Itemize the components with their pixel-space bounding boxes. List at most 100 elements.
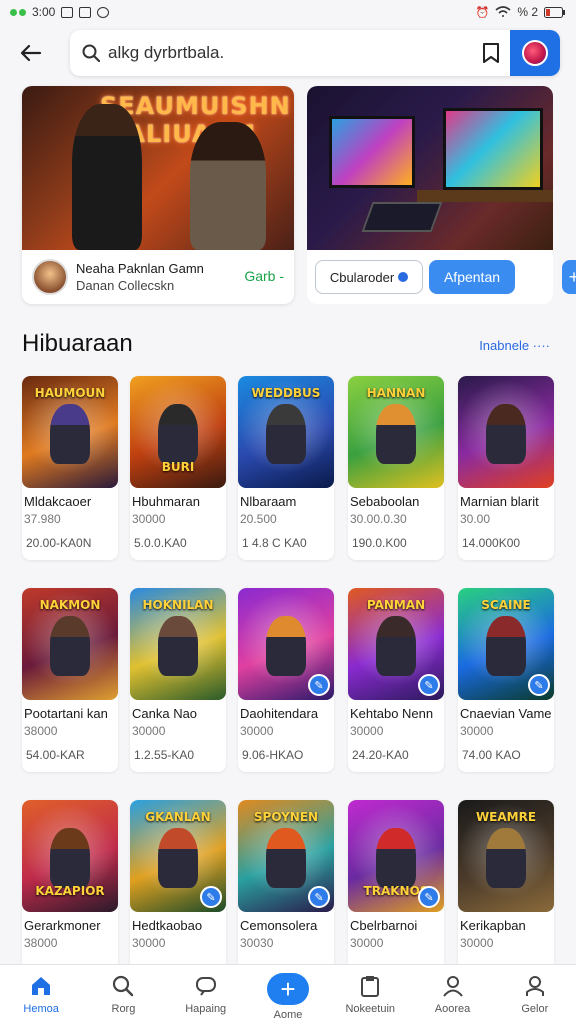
game-subtitle: 30000 [240,724,274,738]
game-title: Nlbaraam [240,494,297,509]
game-card[interactable]: TRAKNOS ✎ Cbelrbarnoi 30000 [348,800,444,970]
character-figure [50,616,90,676]
edit-badge-icon[interactable]: ✎ [418,674,440,696]
character-figure [486,828,526,888]
game-card[interactable]: SCAINE ✎ Cnaevian Vame 30000 74.00 KAO [458,588,554,772]
game-thumbnail: HANNAN [348,376,444,488]
character-figure [266,828,306,888]
add-button[interactable]: + [562,260,576,294]
game-thumbnail: GKANLAN ✎ [130,800,226,912]
banner-footer: Neaha Paknlan Gamn Danan Collecskn Garb … [22,250,294,304]
banner-image: SEAUMUISHN WALIUAAM [22,86,294,250]
notification-dot-icon [19,8,26,16]
character-figure [158,828,198,888]
character-figure [486,616,526,676]
game-card[interactable]: NAKMON Pootartani kan 38000 54.00-KAR [22,588,118,772]
nav-label: Aoorea [434,1003,471,1015]
chat-icon [193,973,219,999]
game-title: Mldakcaoer [24,494,92,509]
game-card[interactable]: HAUMOUN Mldakcaoer 37.980 20.00-KA0N [22,376,118,560]
game-price: 14.000K00 [462,536,521,550]
alarm-icon: ⏰ [475,6,490,19]
game-title: Hbuhmaran [132,494,200,509]
banner-image [307,86,553,250]
see-all-link[interactable]: Inabnele ···· [479,338,550,353]
game-card[interactable]: WEDDBUS Nlbaraam 20.500 1 4.8 C KA0 [238,376,334,560]
bookmark-icon[interactable] [482,42,500,64]
edit-badge-icon[interactable]: ✎ [528,674,550,696]
drop-icon [398,272,409,282]
edit-badge-icon[interactable]: ✎ [418,886,440,908]
game-thumbnail: HOKNILAN [130,588,226,700]
game-card[interactable]: BURI Hbuhmaran 30000 5.0.0.KA0 [130,376,226,560]
edit-badge-icon[interactable]: ✎ [308,674,330,696]
game-card[interactable]: ✎ Daohitendara 30000 9.06-HKAO [238,588,334,772]
nav-item-chat[interactable]: Hapaing [165,965,247,1024]
game-subtitle: 30000 [132,512,166,526]
notification-dot-icon [10,8,17,16]
game-title: Kerikapban [460,918,526,933]
nav-item-plus[interactable]: + Aome [247,965,329,1024]
game-card[interactable]: GKANLAN ✎ Hedtkaobao 30000 [130,800,226,970]
game-title: Marnian blarit [460,494,539,509]
edit-badge-icon[interactable]: ✎ [200,886,222,908]
primary-button[interactable]: Afpentan [429,260,515,294]
character-figure [158,616,198,676]
game-card[interactable]: HANNAN Sebaboolan 30.00.0.30 190.0.K00 [348,376,444,560]
game-title: Canka Nao [132,706,198,721]
game-card[interactable]: SPOYNEN ✎ Cemonsolera 30030 [238,800,334,970]
search-icon [110,973,136,999]
game-price: 190.0.K00 [352,536,407,550]
search-input[interactable] [108,43,468,63]
featured-banner[interactable]: SEAUMUISHN WALIUAAM Neaha Paknlan Gamn D… [22,86,294,304]
game-logo-text: BURI [161,460,195,474]
nav-item-profile[interactable]: Aoorea [411,965,493,1024]
character-figure [266,616,306,676]
game-logo-text: HAUMOUN [34,386,106,400]
arrow-left-icon [20,44,42,62]
game-price: 5.0.0.KA0 [134,536,187,550]
edit-badge-icon[interactable]: ✎ [308,886,330,908]
game-thumbnail [458,376,554,488]
search-icon [82,44,100,62]
game-logo-text: WEDDBUS [251,386,321,400]
battery-icon [544,6,565,18]
game-price: 24.20-KA0 [352,748,409,762]
nav-item-home[interactable]: Hemoa [0,965,82,1024]
featured-banner[interactable]: Cbularoder Afpentan + [307,86,576,304]
game-card[interactable]: KAZAPIOR Gerarkmoner 38000 [22,800,118,970]
search-bar[interactable] [70,30,560,76]
game-subtitle: 38000 [24,724,58,738]
profile-avatar-button[interactable] [510,30,560,76]
character-figure [376,404,416,464]
nav-item-user[interactable]: Gelor [494,965,576,1024]
game-card[interactable]: PANMAN ✎ Kehtabo Nenn 30000 24.20-KA0 [348,588,444,772]
game-card[interactable]: WEAMRE Kerikapban 30000 [458,800,554,970]
game-logo-text: NAKMON [39,598,101,612]
banner-cta-link[interactable]: Garb - [244,268,284,284]
nav-label: Hemoa [23,1003,59,1015]
game-logo-text: GKANLAN [145,810,211,824]
game-subtitle: 30.00 [460,512,491,526]
game-subtitle: 30030 [240,936,274,950]
status-right: ⏰ % 2 [476,5,566,19]
top-bar [0,28,576,78]
game-price: 1.2.55-KA0 [134,748,195,762]
game-subtitle: 30000 [132,936,166,950]
game-card[interactable]: HOKNILAN Canka Nao 30000 1.2.55-KA0 [130,588,226,772]
nav-label: Hapaing [185,1003,227,1015]
game-logo-text: SPOYNEN [253,810,319,824]
outline-button[interactable]: Cbularoder [315,260,423,294]
status-bar: 3:00 ⏰ % 2 [0,0,576,24]
avatar [522,40,548,66]
user-icon [522,973,548,999]
profile-icon [440,973,466,999]
game-card[interactable]: Marnian blarit 30.00 14.000K00 [458,376,554,560]
nav-item-search[interactable]: Rorg [82,965,164,1024]
game-logo-text: HANNAN [366,386,426,400]
game-logo-text: SCAINE [481,598,531,612]
back-button[interactable] [12,34,50,72]
person-figure [72,104,142,250]
game-thumbnail: KAZAPIOR [22,800,118,912]
nav-item-clipboard[interactable]: Nokeetuin [329,965,411,1024]
